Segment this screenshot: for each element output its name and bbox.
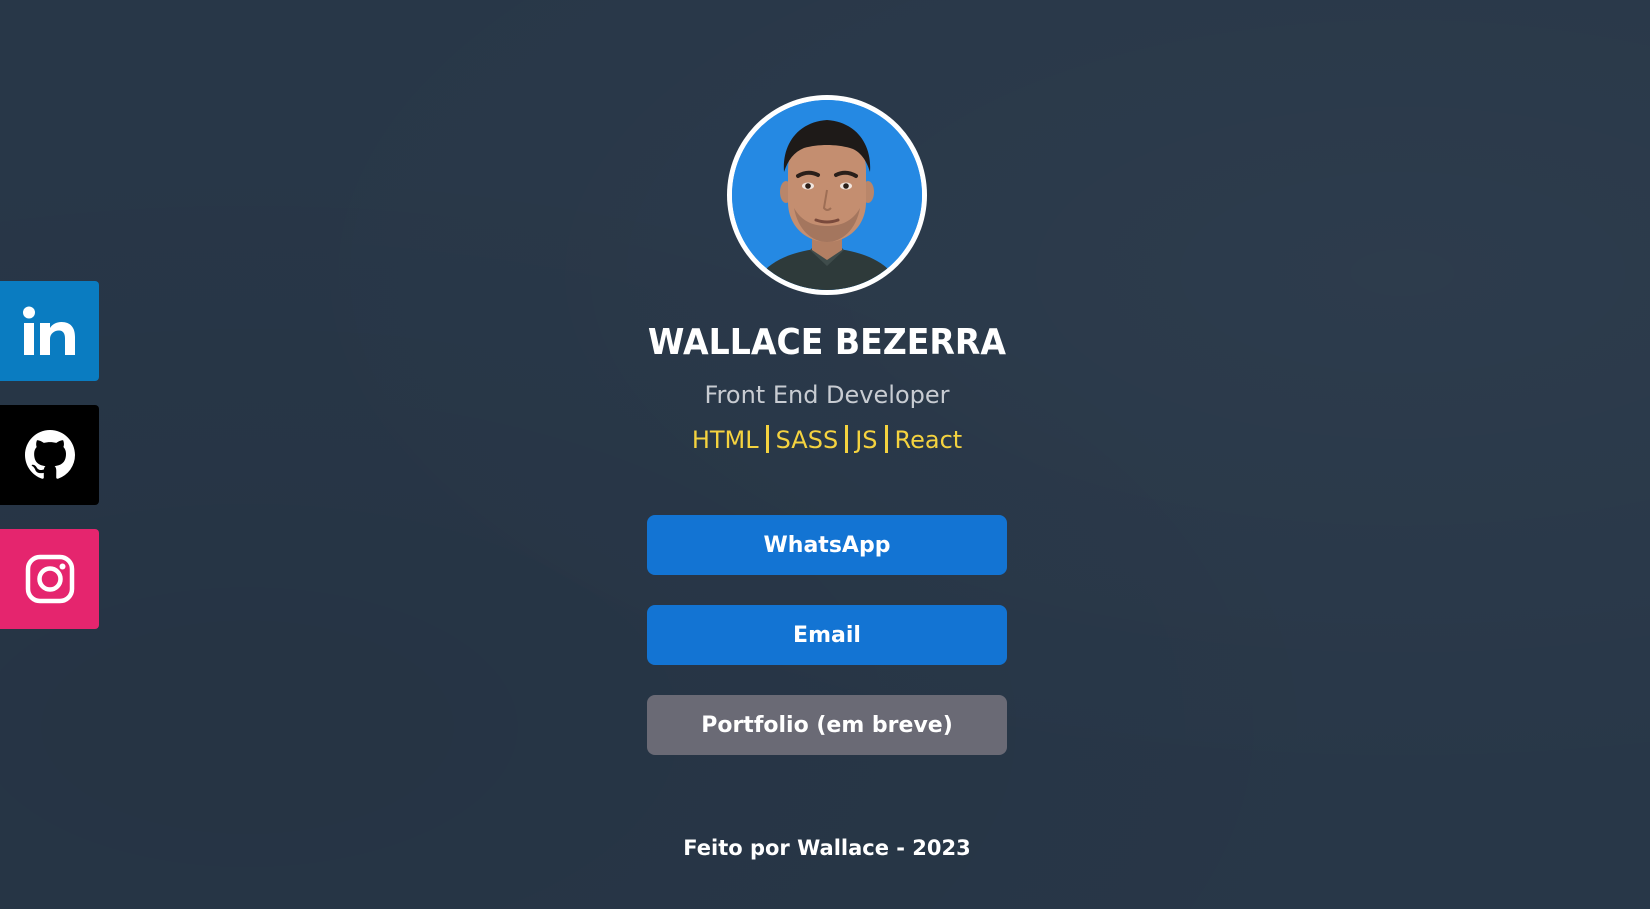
skill-item: JS	[855, 426, 878, 454]
footer-text: Feito por Wallace - 2023	[683, 836, 971, 860]
skill-item: React	[894, 426, 963, 454]
avatar	[727, 95, 927, 295]
portfolio-button[interactable]: Portfolio (em breve)	[647, 695, 1007, 755]
profile-role: Front End Developer	[704, 381, 950, 409]
profile-name: WALLACE BEZERRA	[647, 322, 1007, 363]
skills-list: HTML SASS JS React	[0, 425, 1650, 454]
skill-item: HTML	[691, 426, 759, 454]
skill-item: SASS	[775, 426, 839, 454]
skill-separator	[845, 425, 849, 453]
whatsapp-button[interactable]: WhatsApp	[647, 515, 1007, 575]
email-button[interactable]: Email	[647, 605, 1007, 665]
avatar-photo	[732, 100, 922, 290]
skill-separator	[884, 425, 888, 453]
instagram-icon	[25, 554, 74, 604]
skill-separator	[765, 425, 769, 453]
github-link[interactable]	[0, 405, 99, 505]
instagram-link[interactable]	[0, 529, 99, 629]
